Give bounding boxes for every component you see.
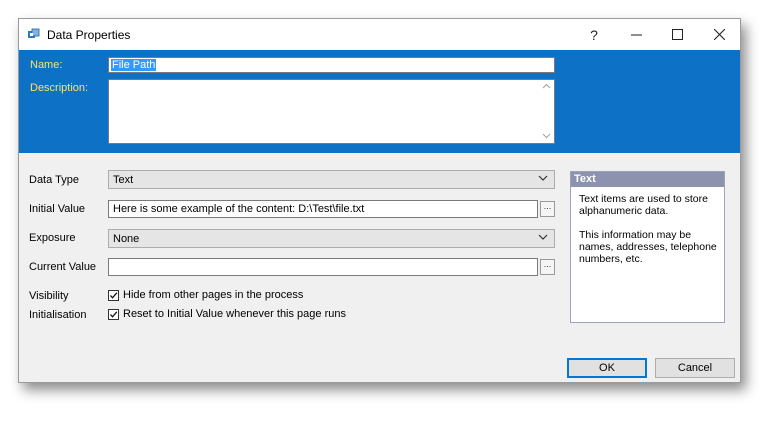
info-paragraph-1: Text items are used to store alphanumeri… xyxy=(579,193,708,217)
description-scrollbar[interactable] xyxy=(539,80,554,143)
checkmark-icon xyxy=(110,310,118,318)
info-heading: Text xyxy=(571,172,724,187)
checkmark-icon xyxy=(110,291,118,299)
minimize-icon xyxy=(630,34,642,36)
visibility-checkbox[interactable] xyxy=(108,289,119,301)
initialisation-label: Initialisation xyxy=(29,309,87,321)
data-type-select[interactable]: Text xyxy=(108,170,555,189)
description-textarea[interactable] xyxy=(108,79,555,144)
initial-value-input[interactable]: Here is some example of the content: D:\… xyxy=(108,200,538,218)
visibility-checkbox-label: Hide from other pages in the process xyxy=(123,289,304,301)
header-banner: Name: File Path Description: xyxy=(19,50,740,153)
initialisation-option[interactable]: Reset to Initial Value whenever this pag… xyxy=(108,308,346,320)
name-label: Name: xyxy=(30,59,63,71)
initialisation-checkbox[interactable] xyxy=(108,308,119,320)
name-input[interactable]: File Path xyxy=(108,57,555,73)
initial-value-text: Here is some example of the content: D:\… xyxy=(113,203,365,215)
help-icon: ? xyxy=(590,26,598,43)
exposure-select[interactable]: None xyxy=(108,229,555,248)
description-label: Description: xyxy=(30,82,89,94)
exposure-label: Exposure xyxy=(29,232,76,244)
current-value-label: Current Value xyxy=(29,261,97,273)
ok-button[interactable]: OK xyxy=(567,358,647,378)
cancel-button[interactable]: Cancel xyxy=(655,358,735,378)
maximize-button[interactable] xyxy=(657,19,697,50)
initial-value-browse-button[interactable]: ... xyxy=(540,201,555,217)
window-title: Data Properties xyxy=(47,28,131,42)
current-value-browse-button[interactable]: ... xyxy=(540,259,555,275)
chevron-down-icon xyxy=(538,175,548,181)
initial-value-label: Initial Value xyxy=(29,203,86,215)
minimize-button[interactable] xyxy=(616,19,656,50)
chevron-down-icon xyxy=(538,234,548,240)
info-panel: Text Text items are used to store alphan… xyxy=(570,171,725,323)
data-type-value: Text xyxy=(113,174,134,186)
visibility-option[interactable]: Hide from other pages in the process xyxy=(108,289,303,301)
visibility-label: Visibility xyxy=(29,290,69,302)
maximize-icon xyxy=(671,29,683,40)
close-icon xyxy=(713,29,725,40)
name-input-value: File Path xyxy=(111,59,157,71)
data-type-label: Data Type xyxy=(29,174,79,186)
exposure-value: None xyxy=(113,233,140,245)
close-button[interactable] xyxy=(699,19,739,50)
info-paragraph-2: This information may be names, addresses… xyxy=(579,229,717,265)
initialisation-checkbox-label: Reset to Initial Value whenever this pag… xyxy=(123,308,346,320)
title-bar: Data Properties ? xyxy=(19,19,740,50)
current-value-input[interactable] xyxy=(108,258,538,276)
data-item-icon xyxy=(28,28,40,38)
scroll-down-icon[interactable] xyxy=(542,133,551,139)
data-properties-dialog: Data Properties ? Name: File Path Descri… xyxy=(18,18,741,383)
help-button[interactable]: ? xyxy=(574,19,614,50)
scroll-up-icon[interactable] xyxy=(542,83,551,89)
